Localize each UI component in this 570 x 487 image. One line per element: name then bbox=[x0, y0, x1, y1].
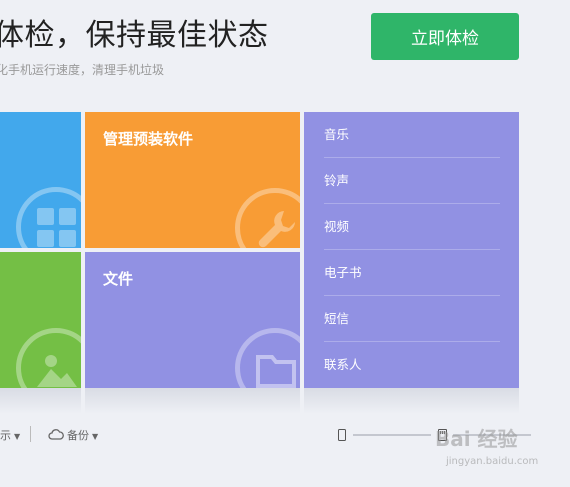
backup-dropdown[interactable]: 备份 ▼ bbox=[48, 427, 98, 443]
tile-files-label: 文件 bbox=[103, 270, 134, 288]
tile-photos[interactable] bbox=[0, 252, 81, 388]
folder-icon bbox=[235, 328, 300, 388]
watermark-logo: Bai 经验 bbox=[435, 427, 518, 451]
list-item-videos[interactable]: 视频 bbox=[324, 204, 500, 250]
image-icon bbox=[16, 328, 81, 388]
tile-reflection bbox=[85, 388, 300, 414]
tile-preinstalled-apps-label: 管理预装软件 bbox=[103, 130, 194, 148]
toolbar-divider bbox=[30, 426, 31, 442]
tile-apps[interactable] bbox=[0, 112, 81, 248]
media-list-panel: 音乐 铃声 视频 电子书 短信 联系人 bbox=[304, 112, 519, 388]
page-headline: 体检，保持最佳状态 bbox=[0, 18, 269, 53]
list-item-contacts[interactable]: 联系人 bbox=[324, 342, 500, 388]
page-subtitle: 化手机运行速度，清理手机垃圾 bbox=[0, 63, 165, 77]
watermark-url: jingyan.baidu.com bbox=[446, 456, 539, 467]
chevron-down-icon: ▼ bbox=[92, 432, 99, 441]
wrench-icon bbox=[235, 188, 300, 248]
tile-preinstalled-apps[interactable]: 管理预装软件 bbox=[85, 112, 300, 248]
list-item-ringtones[interactable]: 铃声 bbox=[324, 158, 500, 204]
list-item-music[interactable]: 音乐 bbox=[324, 112, 500, 158]
list-item-ebooks[interactable]: 电子书 bbox=[324, 250, 500, 296]
storage-track-phone[interactable] bbox=[353, 434, 431, 436]
chevron-down-icon: ▼ bbox=[14, 432, 21, 441]
tile-files[interactable]: 文件 bbox=[85, 252, 300, 388]
display-dropdown-label: 示 bbox=[0, 429, 11, 442]
grid-icon bbox=[16, 187, 81, 248]
tile-reflection bbox=[304, 388, 519, 414]
tile-reflection bbox=[0, 388, 81, 414]
backup-dropdown-label: 备份 bbox=[67, 429, 89, 442]
display-dropdown[interactable]: 示 ▼ bbox=[0, 427, 20, 443]
cloud-icon bbox=[48, 429, 64, 440]
checkup-button[interactable]: 立即体检 bbox=[371, 13, 519, 60]
list-item-sms[interactable]: 短信 bbox=[324, 296, 500, 342]
phone-icon bbox=[338, 429, 346, 441]
